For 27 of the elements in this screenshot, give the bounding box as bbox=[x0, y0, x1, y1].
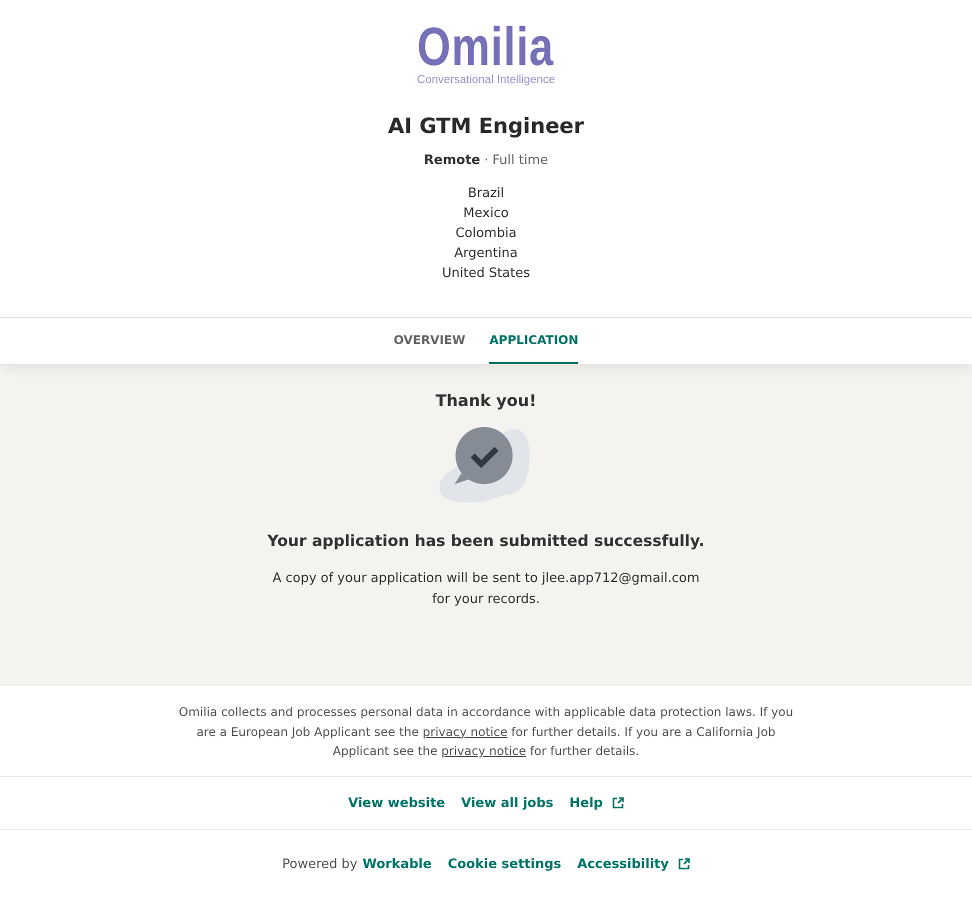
success-message: Your application has been submitted successfully. bbox=[267, 532, 705, 550]
location-text: Colombia bbox=[455, 225, 517, 243]
workplace-label: Remote bbox=[424, 153, 480, 168]
location-text: Argentina bbox=[454, 245, 518, 263]
footer-link[interactable]: View website bbox=[348, 796, 446, 810]
tab[interactable]: OVERVIEW bbox=[394, 318, 466, 364]
location-text: Mexico bbox=[463, 205, 509, 223]
location-text: Brazil bbox=[468, 185, 504, 203]
separator-dot: · bbox=[484, 153, 488, 168]
thank-you-heading: Thank you! bbox=[436, 390, 536, 412]
copy-note: A copy of your application will be sent to jlee.app712@gmail.com for your records. bbox=[271, 570, 701, 609]
location-text: United States bbox=[442, 265, 530, 283]
footer-link[interactable]: Accessibility bbox=[577, 856, 690, 872]
external-link-icon bbox=[612, 797, 624, 809]
powered-by-text: Powered by bbox=[282, 856, 358, 872]
privacy-statement: Omilia collects and processes personal data in accordance with applicable data protection laws. If you are a European Job Applicant see the privacy notice for further details. If you are a California Job Applicant see the privacy notice for further details. bbox=[178, 704, 794, 760]
footer-link[interactable]: Cookie settings bbox=[448, 856, 562, 872]
privacy-notice-link[interactable]: privacy notice bbox=[422, 724, 508, 738]
logo-tagline: Conversational Intelligence bbox=[416, 74, 556, 86]
privacy-notice-link[interactable]: privacy notice bbox=[441, 744, 526, 758]
company-logo: Omilia bbox=[418, 22, 554, 72]
footer-link[interactable]: Help bbox=[569, 796, 624, 810]
workable-link[interactable]: Workable bbox=[362, 856, 432, 872]
job-title: AI GTM Engineer bbox=[388, 113, 584, 140]
employment-type: Full time bbox=[492, 153, 548, 168]
footer-link[interactable]: View all jobs bbox=[461, 796, 554, 810]
external-link-icon bbox=[678, 858, 690, 870]
